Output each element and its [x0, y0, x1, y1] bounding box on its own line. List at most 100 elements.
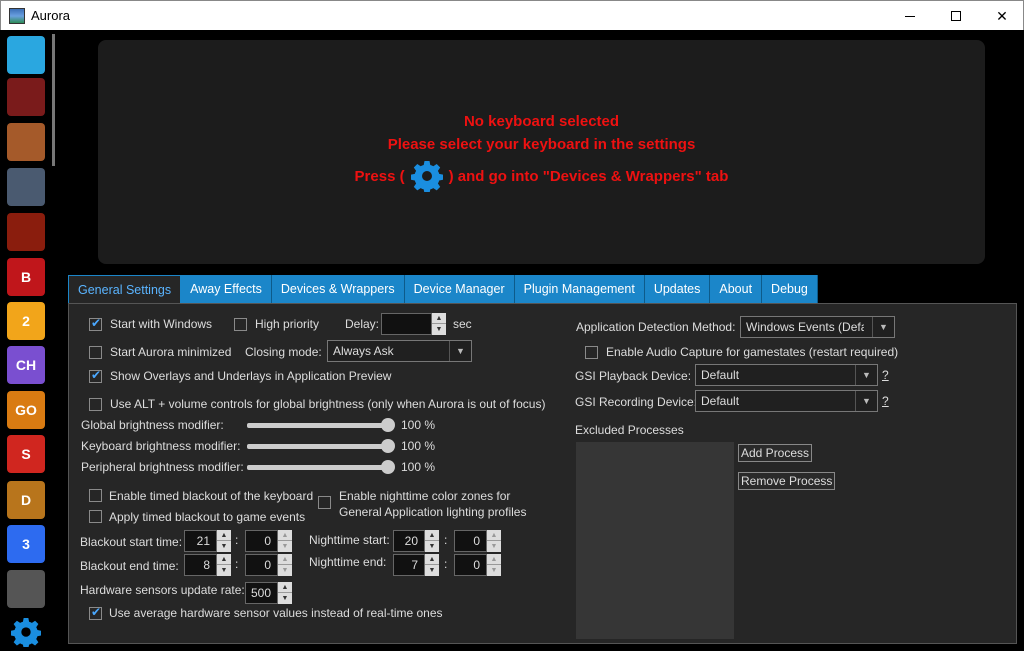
- start-minimized-checkbox[interactable]: [89, 346, 102, 359]
- tab-away-effects[interactable]: Away Effects: [181, 275, 272, 303]
- nighttime-zones-checkbox[interactable]: [318, 496, 331, 509]
- nighttime-end-minute-stepper[interactable]: ▲ ▼: [487, 554, 501, 576]
- timed-blackout-games-checkbox[interactable]: [89, 510, 102, 523]
- minimize-button[interactable]: [887, 1, 933, 31]
- dishonored-icon[interactable]: [7, 570, 45, 608]
- csgo-icon[interactable]: GO: [7, 391, 45, 429]
- peripheral-brightness-value: 100 %: [401, 460, 436, 474]
- tab-device-manager[interactable]: Device Manager: [404, 275, 515, 303]
- tab-about[interactable]: About: [710, 275, 763, 303]
- remove-process-button[interactable]: Remove Process: [738, 472, 836, 490]
- battlefield-icon[interactable]: [7, 123, 45, 161]
- three-icon[interactable]: 3: [7, 525, 45, 563]
- avg-sensors-checkbox[interactable]: [89, 605, 102, 620]
- global-brightness-slider[interactable]: [247, 418, 395, 432]
- closing-mode-select[interactable]: Always Ask ▼: [327, 340, 472, 362]
- maximize-button[interactable]: [933, 1, 979, 31]
- tab-debug[interactable]: Debug: [762, 275, 818, 303]
- truck-icon[interactable]: [7, 78, 45, 116]
- start-with-windows-checkbox[interactable]: [89, 316, 102, 331]
- keyboard-brightness-label: Keyboard brightness modifier:: [81, 439, 241, 453]
- nighttime-start-hour-input[interactable]: 20: [393, 530, 425, 552]
- chevron-down-icon: ▼: [449, 341, 471, 361]
- gsi-playback-select[interactable]: Default ▼: [695, 364, 878, 386]
- keyboard-brightness-value: 100 %: [401, 439, 436, 453]
- gsi-recording-help-link[interactable]: ?: [882, 394, 889, 408]
- time-separator: :: [235, 533, 239, 547]
- blackout-start-minute-stepper[interactable]: ▲ ▼: [278, 530, 292, 552]
- no-keyboard-message: No keyboard selected: [463, 113, 620, 130]
- blackout-start-label: Blackout start time:: [80, 535, 183, 549]
- d-icon[interactable]: D: [7, 481, 45, 519]
- select-keyboard-message: Please select your keyboard in the setti…: [387, 136, 696, 153]
- two-icon[interactable]: 2: [7, 302, 45, 340]
- time-separator: :: [444, 533, 448, 547]
- excluded-processes-list[interactable]: [576, 442, 734, 639]
- ch-icon[interactable]: CH: [7, 346, 45, 384]
- keyboard-preview: No keyboard selected Please select your …: [98, 40, 985, 264]
- skull-icon[interactable]: [7, 213, 45, 251]
- delay-input[interactable]: [381, 313, 432, 335]
- nighttime-start-minute-stepper[interactable]: ▲ ▼: [487, 530, 501, 552]
- alt-volume-label: Use ALT + volume controls for global bri…: [110, 397, 546, 411]
- blackout-start-hour-input[interactable]: 21: [184, 530, 217, 552]
- blackout-start-minute-input[interactable]: 0: [245, 530, 278, 552]
- nighttime-end-hour-input[interactable]: 7: [393, 554, 425, 576]
- gsi-playback-help-link[interactable]: ?: [882, 368, 889, 382]
- global-brightness-label: Global brightness modifier:: [81, 418, 224, 432]
- tab-general-settings[interactable]: General Settings: [68, 275, 182, 303]
- time-separator: :: [444, 557, 448, 571]
- chevron-down-icon: ▼: [855, 391, 877, 411]
- flame-icon[interactable]: S: [7, 435, 45, 473]
- nighttime-start-hour-stepper[interactable]: ▲ ▼: [425, 530, 439, 552]
- stepper-down-icon[interactable]: ▼: [432, 324, 446, 335]
- blackout-end-hour-stepper[interactable]: ▲ ▼: [217, 554, 231, 576]
- close-button[interactable]: ✕: [979, 1, 1024, 31]
- soldier-icon[interactable]: [7, 168, 45, 206]
- gsi-recording-select[interactable]: Default ▼: [695, 390, 878, 412]
- keyboard-brightness-slider[interactable]: [247, 439, 395, 453]
- high-priority-checkbox[interactable]: [234, 318, 247, 331]
- detection-method-select[interactable]: Windows Events (Defa ▼: [740, 316, 895, 338]
- global-brightness-value: 100 %: [401, 418, 436, 432]
- hw-rate-input[interactable]: 500: [245, 582, 278, 604]
- audio-capture-checkbox[interactable]: [585, 346, 598, 359]
- timed-blackout-keyboard-checkbox[interactable]: [89, 489, 102, 502]
- delay-stepper[interactable]: ▲ ▼: [432, 313, 446, 335]
- start-minimized-label: Start Aurora minimized: [110, 345, 232, 359]
- b-red-icon[interactable]: B: [7, 258, 45, 296]
- blackout-end-hour-input[interactable]: 8: [184, 554, 217, 576]
- nighttime-end-hour-stepper[interactable]: ▲ ▼: [425, 554, 439, 576]
- nighttime-start-minute-input[interactable]: 0: [454, 530, 487, 552]
- blackout-start-hour-stepper[interactable]: ▲ ▼: [217, 530, 231, 552]
- tab-updates[interactable]: Updates: [644, 275, 711, 303]
- tab-plugin-management[interactable]: Plugin Management: [514, 275, 645, 303]
- nighttime-start-label: Nighttime start:: [309, 533, 390, 547]
- excluded-processes-label: Excluded Processes: [575, 423, 684, 437]
- settings-gear-icon[interactable]: [7, 613, 45, 651]
- timed-blackout-games-label: Apply timed blackout to game events: [109, 510, 306, 524]
- close-icon: ✕: [996, 7, 1008, 24]
- add-process-button[interactable]: Add Process: [738, 444, 813, 462]
- sidebar-scrollbar[interactable]: [52, 34, 55, 166]
- gsi-recording-value: Default: [701, 394, 740, 408]
- alt-volume-checkbox[interactable]: [89, 398, 102, 411]
- blackout-end-label: Blackout end time:: [80, 559, 179, 573]
- tab-devices-wrappers[interactable]: Devices & Wrappers: [271, 275, 405, 303]
- press-settings-message: Press ( ) and go into "Devices & Wrapper…: [98, 160, 985, 192]
- chevron-down-icon: ▼: [872, 317, 894, 337]
- profile-sidebar: B 2 CH GO S D 3: [0, 30, 56, 651]
- desktop-icon[interactable]: [7, 36, 45, 74]
- settings-tabs: General Settings Away Effects Devices & …: [68, 275, 818, 303]
- hw-rate-label: Hardware sensors update rate:: [80, 583, 245, 597]
- blackout-end-minute-stepper[interactable]: ▲ ▼: [278, 554, 292, 576]
- blackout-end-minute-input[interactable]: 0: [245, 554, 278, 576]
- chevron-down-icon: ▼: [855, 365, 877, 385]
- detection-method-label: Application Detection Method:: [576, 320, 736, 334]
- peripheral-brightness-slider[interactable]: [247, 460, 395, 474]
- hw-rate-stepper[interactable]: ▲ ▼: [278, 582, 292, 604]
- stepper-up-icon[interactable]: ▲: [432, 313, 446, 324]
- nighttime-end-minute-input[interactable]: 0: [454, 554, 487, 576]
- closing-mode-value: Always Ask: [333, 344, 394, 358]
- show-overlays-checkbox[interactable]: [89, 368, 102, 383]
